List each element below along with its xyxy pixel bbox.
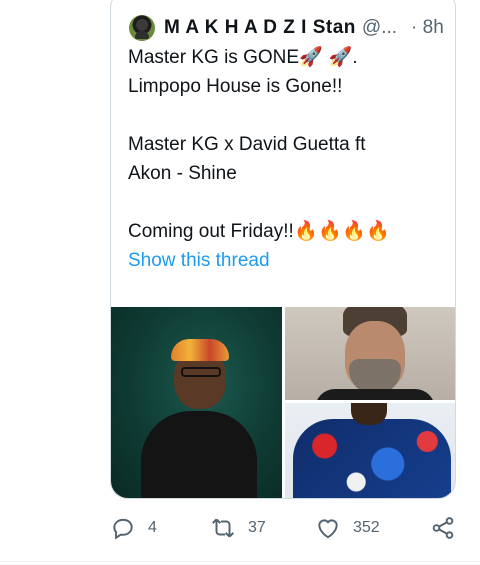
reply-count: 4 [148,519,157,536]
share-button[interactable] [430,515,456,541]
heart-icon [318,519,338,539]
share-icon [432,517,454,539]
fire-emoji-icon: 🔥 [293,221,318,242]
tweet-card[interactable]: M A K H A D Z I Stan @... · 8h Master KG… [110,0,456,499]
tweet-actions: 4 37 352 [110,515,460,545]
reply-button[interactable]: 4 [110,515,157,541]
photo-david-guetta[interactable] [285,307,455,400]
fire-emoji-icon: 🔥 [317,221,342,242]
photo-man-patterned-jacket[interactable] [285,403,455,498]
tweet-line-3: Master KG x David Guetta ft [128,134,366,155]
author-handle[interactable]: @... [362,17,397,39]
tweet-line-4: Akon - Shine [128,163,237,184]
tweet-line-1: Master KG is GONE🚀 🚀. [128,43,446,72]
tweet-line-2: Limpopo House is Gone!! [128,76,343,97]
tweet-line-5: Coming out Friday!!🔥🔥🔥🔥 [128,217,446,246]
tweet-media-grid [111,307,455,498]
fire-emoji-icon: 🔥 [341,221,366,242]
retweet-button[interactable]: 37 [210,515,266,541]
retweet-icon [212,518,234,538]
tweet-header: M A K H A D Z I Stan @... · 8h [129,15,444,41]
retweet-count: 37 [248,519,266,536]
tweet-time[interactable]: · 8h [411,17,444,39]
rocket-emoji-icon: 🚀 [328,47,353,68]
photo-man-orange-hat[interactable] [111,307,282,498]
rocket-emoji-icon: 🚀 [299,47,323,68]
author-name[interactable]: M A K H A D Z I Stan [164,17,356,39]
avatar[interactable] [129,15,155,41]
like-count: 352 [353,519,380,536]
reply-icon [113,518,133,540]
fire-emoji-icon: 🔥 [365,221,390,242]
tweet-text: Master KG is GONE🚀 🚀. Limpopo House is G… [128,43,446,275]
divider [0,561,480,562]
show-thread-link[interactable]: Show this thread [128,246,446,275]
like-button[interactable]: 352 [315,515,380,541]
